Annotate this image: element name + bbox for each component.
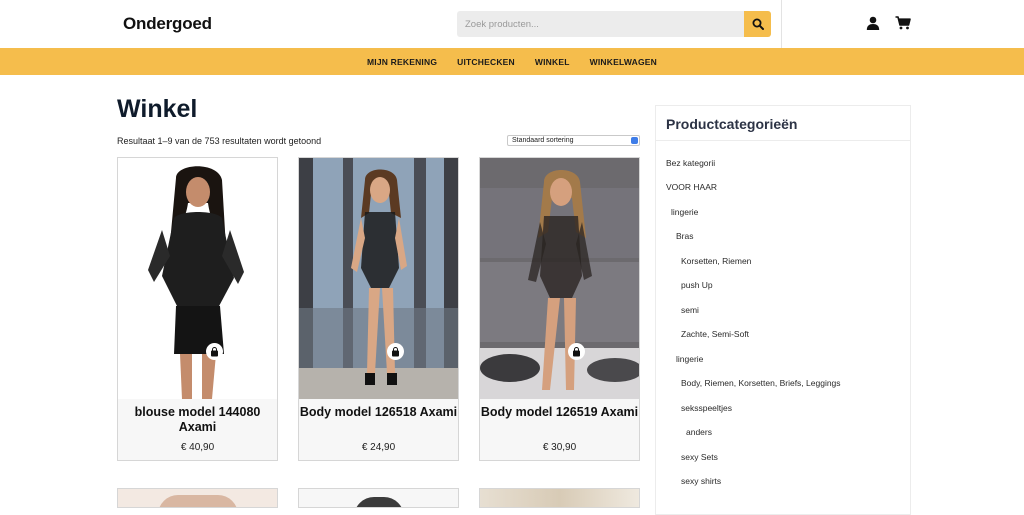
header-divider (781, 0, 782, 48)
search-button[interactable] (744, 11, 771, 37)
product-title[interactable]: Body model 126518 Axami (299, 405, 458, 420)
category-item[interactable]: VOOR HAAR (666, 182, 717, 192)
page-title: Winkel (117, 95, 198, 123)
shopping-bag-icon (211, 346, 218, 356)
search-form (457, 11, 771, 37)
shopping-bag-icon (392, 346, 399, 356)
sidebar-divider (656, 140, 910, 141)
product-image[interactable] (480, 489, 639, 507)
category-item[interactable]: Korsetten, Riemen (681, 256, 751, 266)
category-item[interactable]: sexy shirts (681, 476, 721, 486)
category-item[interactable]: push Up (681, 280, 713, 290)
product-price: € 30,90 (542, 442, 577, 453)
cart-icon (895, 16, 911, 30)
category-item[interactable]: lingerie (676, 354, 703, 364)
product-image[interactable] (158, 495, 238, 507)
user-icon (866, 16, 880, 30)
cart-link[interactable] (895, 15, 911, 31)
product-image[interactable] (118, 158, 277, 399)
product-image[interactable] (299, 158, 458, 399)
search-icon (752, 18, 764, 30)
category-item[interactable]: Zachte, Semi-Soft (681, 329, 749, 339)
category-item[interactable]: anders (686, 427, 712, 437)
category-item[interactable]: semi (681, 305, 699, 315)
category-item[interactable]: seksspeeltjes (681, 403, 732, 413)
account-link[interactable] (865, 15, 881, 31)
nav-item-uitchecken[interactable]: UITCHECKEN (447, 57, 525, 67)
product-image[interactable] (480, 158, 639, 399)
product-title[interactable]: blouse model 144080 Axami (118, 405, 277, 435)
category-item[interactable]: lingerie (671, 207, 698, 217)
product-price: € 24,90 (361, 442, 396, 453)
product-card[interactable]: Body model 126518 Axami € 24,90 (298, 157, 459, 461)
sidebar-title: Productcategorieën (666, 116, 798, 132)
add-to-cart-button[interactable] (206, 343, 223, 360)
add-to-cart-button[interactable] (387, 343, 404, 360)
product-card[interactable]: Body model 126519 Axami € 30,90 (479, 157, 640, 461)
nav-item-winkel[interactable]: WINKEL (525, 57, 580, 67)
product-card[interactable]: blouse model 144080 Axami € 40,90 (117, 157, 278, 461)
category-item[interactable]: Body, Riemen, Korsetten, Briefs, Legging… (681, 378, 841, 388)
select-arrow-icon (631, 137, 638, 144)
result-count: Resultaat 1–9 van de 753 resultaten word… (117, 136, 322, 146)
product-card[interactable] (479, 488, 640, 508)
category-item[interactable]: sexy Sets (681, 452, 718, 462)
category-item[interactable]: Bras (676, 231, 693, 241)
product-card[interactable] (298, 488, 459, 508)
search-input[interactable] (457, 11, 744, 37)
sort-select[interactable]: Standaard sortering (507, 135, 640, 146)
nav-item-winkelwagen[interactable]: WINKELWAGEN (580, 57, 667, 67)
site-header: Ondergoed (0, 0, 1024, 48)
product-price: € 40,90 (180, 442, 215, 453)
main-nav: MIJN REKENING UITCHECKEN WINKEL WINKELWA… (0, 48, 1024, 75)
add-to-cart-button[interactable] (568, 343, 585, 360)
sidebar-categories: Productcategorieën Bez kategorii VOOR HA… (655, 105, 911, 515)
sort-selected-value: Standaard sortering (512, 137, 574, 144)
nav-item-mijn-rekening[interactable]: MIJN REKENING (357, 57, 447, 67)
shopping-bag-icon (573, 346, 580, 356)
site-logo[interactable]: Ondergoed (123, 14, 212, 34)
product-card[interactable] (117, 488, 278, 508)
product-title[interactable]: Body model 126519 Axami (480, 405, 639, 420)
category-item[interactable]: Bez kategorii (666, 158, 715, 168)
